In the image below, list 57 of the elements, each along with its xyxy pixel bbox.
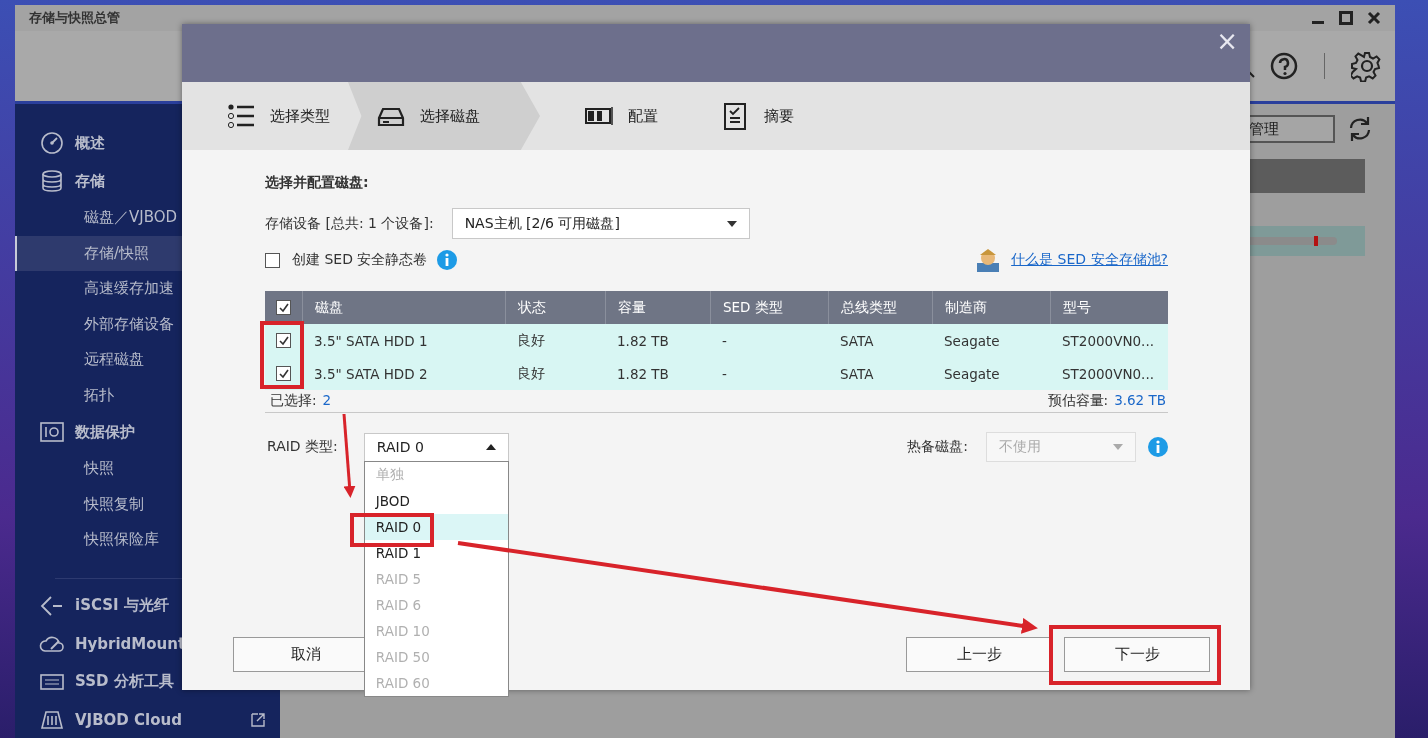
table-cell-text: 3.5" SATA HDD 1	[313, 331, 429, 351]
table-cell-text: ST2000VN0...	[1061, 364, 1155, 384]
back-button[interactable]: 上一步	[906, 637, 1052, 672]
sed-help-link[interactable]: 什么是 SED 安全存储池?	[1011, 251, 1168, 269]
sidebar-item[interactable]: VJBOD Cloud	[15, 700, 280, 738]
table-cell-text: Seagate	[943, 364, 1001, 384]
maximize-icon[interactable]	[1339, 11, 1353, 25]
table-cell-text: 1.82 TB	[616, 364, 670, 384]
table-cell-text: -	[721, 331, 728, 351]
connector-icon	[39, 593, 65, 618]
database-icon	[39, 169, 65, 193]
gauge-icon	[39, 131, 65, 155]
raid-select[interactable]: RAID 0	[363, 432, 509, 462]
table-cell-text: 良好	[516, 363, 546, 383]
next-button[interactable]: 下一步	[1064, 637, 1210, 672]
window-title: 存储与快照总管	[29, 9, 120, 27]
caret-up-icon	[485, 444, 496, 450]
person-icon	[975, 247, 1002, 273]
section-heading: 选择并配置磁盘:	[265, 174, 370, 192]
wizard-step[interactable]: 选择磁盘	[348, 82, 540, 150]
field-label: 热备磁盘:	[907, 438, 968, 456]
dropdown-option[interactable]: JBOD	[364, 487, 508, 514]
info-icon[interactable]	[437, 250, 458, 270]
table-cell-text: -	[721, 364, 728, 384]
dropdown-option[interactable]: RAID 1	[364, 539, 508, 566]
help-icon[interactable]	[1270, 52, 1298, 80]
list-icon	[226, 101, 256, 131]
capacity-label: 预估容量: 3.62 TB	[1047, 392, 1166, 410]
table-cell-text: 良好	[516, 330, 546, 350]
external-link-icon[interactable]	[250, 711, 266, 728]
wizard-step[interactable]: 配置	[540, 82, 676, 150]
selected-count-label: 已选择: 2	[270, 392, 332, 410]
field-label: 存储设备 [总共: 1 个设备]:	[265, 214, 434, 233]
device-select[interactable]: NAS主机 [2/6 可用磁盘]	[451, 208, 750, 239]
info-icon[interactable]	[1148, 437, 1168, 457]
refresh-icon[interactable]	[1347, 115, 1373, 143]
table-cell-text: 1.82 TB	[616, 331, 670, 351]
sidebar-item[interactable]: iSCSI 与光纤	[15, 586, 280, 625]
field-label: RAID 类型:	[267, 438, 338, 456]
settings-icon[interactable]	[1351, 50, 1383, 82]
row-checkbox[interactable]	[276, 333, 291, 348]
table-cell-text: Seagate	[943, 331, 1001, 351]
sed-checkbox[interactable]	[265, 252, 280, 268]
table-cell-text: ST2000VN0...	[1061, 331, 1155, 351]
table-cell-text: 3.5" SATA HDD 2	[313, 364, 429, 384]
table-cell-text: SATA	[839, 331, 875, 351]
wizard-step[interactable]: 摘要	[676, 82, 812, 150]
select-all-checkbox[interactable]	[276, 300, 291, 315]
close-button[interactable]: ×	[1204, 24, 1250, 58]
caret-down-icon	[1113, 444, 1123, 450]
checkbox-label: 创建 SED 安全静态卷	[292, 251, 428, 269]
highlight-frame	[260, 321, 304, 389]
table-cell-text: SATA	[839, 364, 875, 384]
row-checkbox[interactable]	[276, 366, 291, 381]
dropdown-option[interactable]: RAID 0	[364, 513, 508, 540]
close-icon[interactable]	[1367, 11, 1381, 25]
camera-folder-icon	[39, 420, 65, 444]
